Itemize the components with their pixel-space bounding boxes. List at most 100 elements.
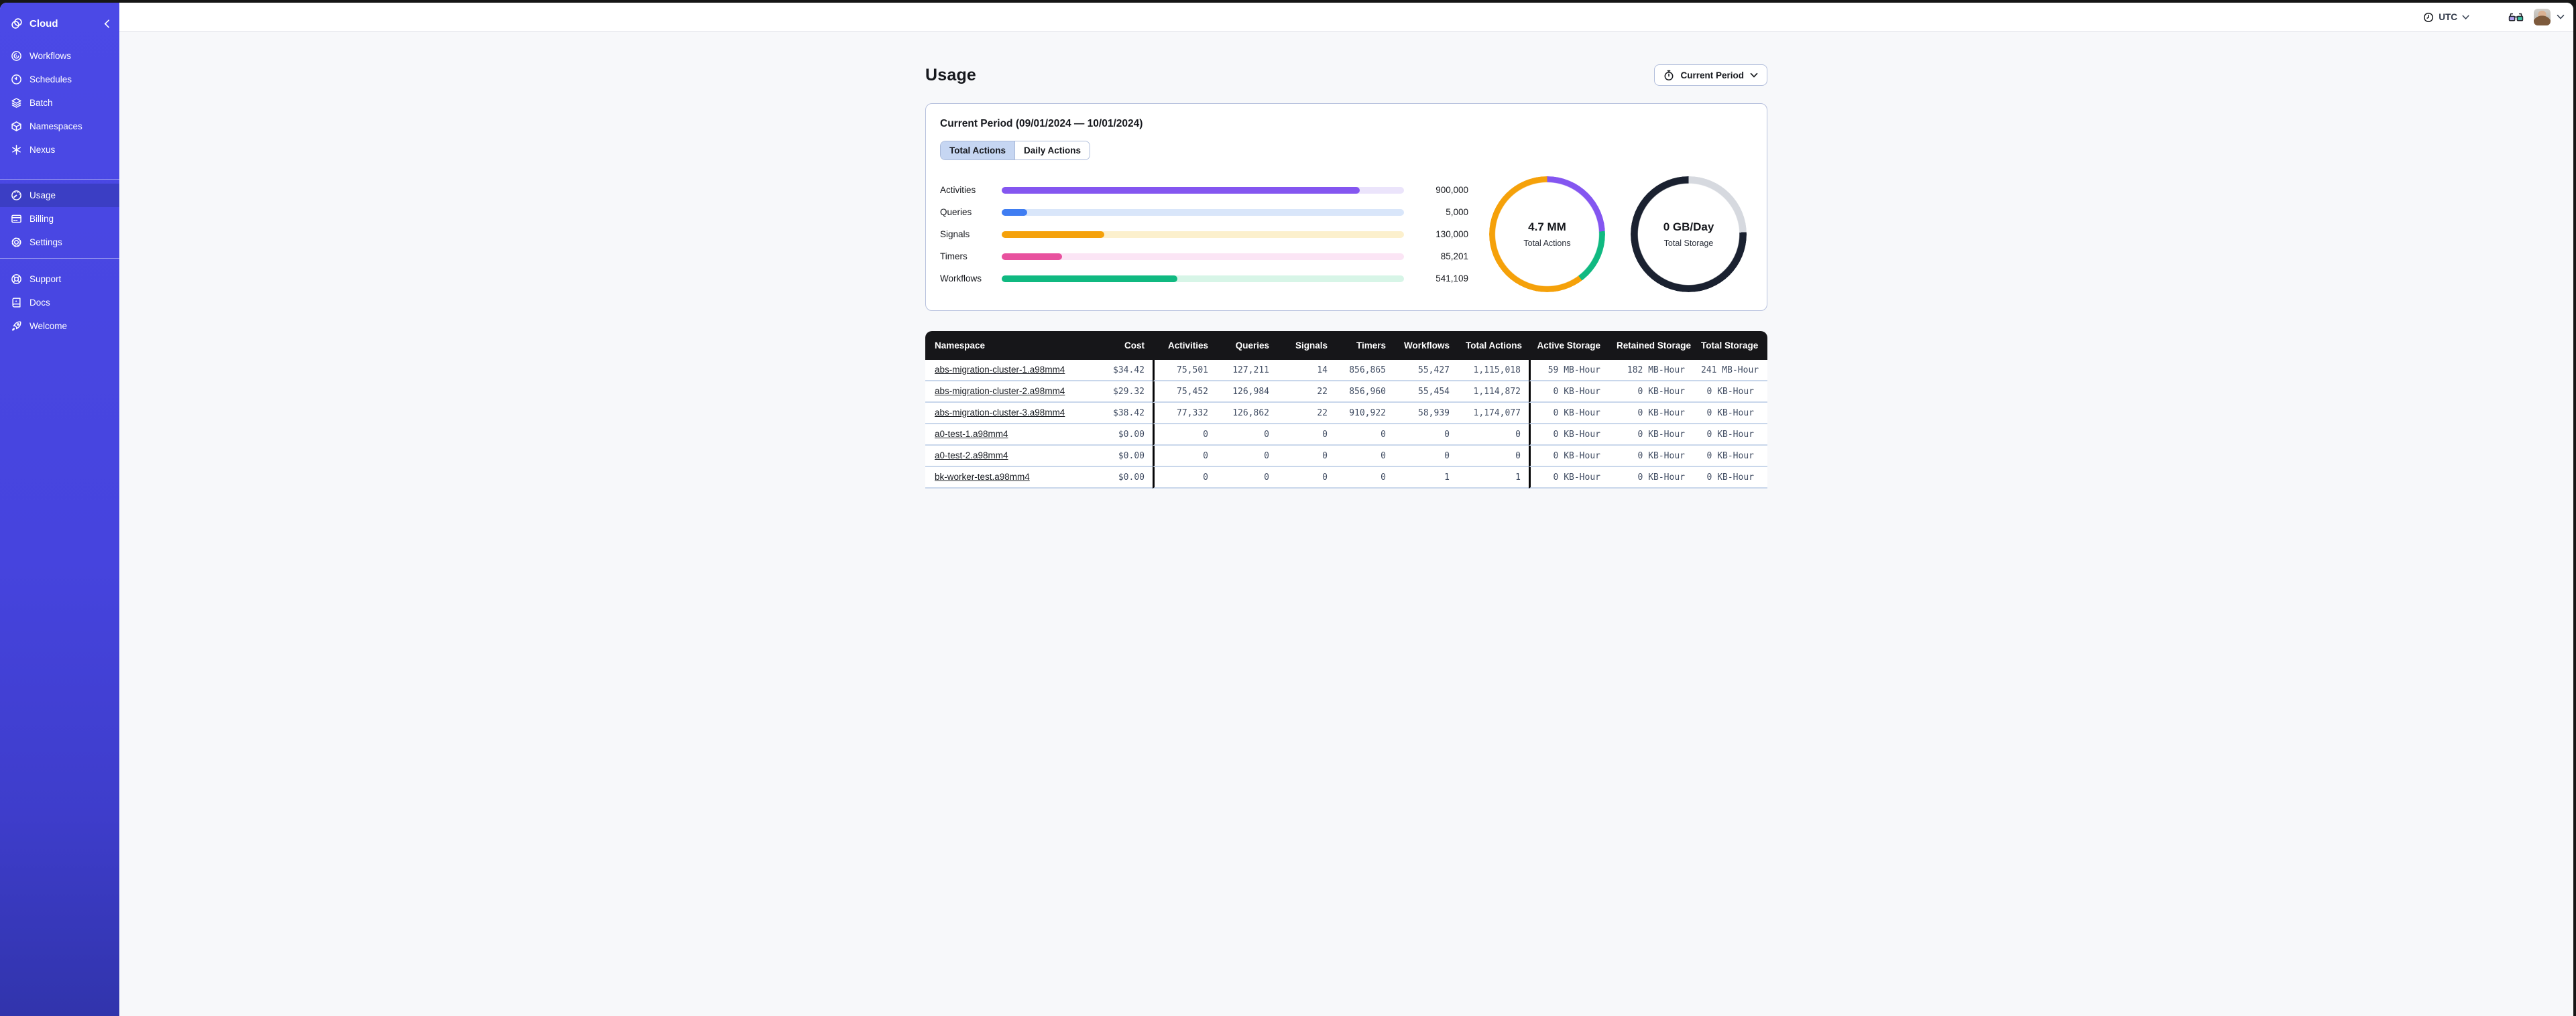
- tab-total-actions[interactable]: Total Actions: [941, 141, 1014, 160]
- namespace-link[interactable]: a0-test-1.a98mm4: [935, 429, 1008, 439]
- cell-timers: 856,865: [1336, 360, 1394, 381]
- column-header-timers: Timers: [1336, 331, 1394, 360]
- card-title: Current Period (09/01/2024 — 10/01/2024): [940, 118, 1143, 129]
- sidebar-item-schedules[interactable]: Schedules: [0, 68, 119, 91]
- topbar: UTC: [119, 3, 2573, 32]
- namespace-link[interactable]: abs-migration-cluster-2.a98mm4: [935, 386, 1065, 396]
- user-avatar[interactable]: [2534, 9, 2551, 25]
- cell-activities: 75,501: [1153, 360, 1216, 381]
- bar-track: [1002, 231, 1404, 238]
- account-menu-chevron-down-icon[interactable]: [2557, 14, 2565, 20]
- cell-retained-storage: 0 KB-Hour: [1608, 381, 1693, 403]
- brand-label: Cloud: [30, 17, 58, 29]
- cell-activities: 77,332: [1153, 403, 1216, 424]
- cell-signals: 14: [1277, 360, 1336, 381]
- sidebar-item-label: Namespaces: [30, 121, 82, 131]
- donut-value: 4.7 MM: [1528, 220, 1566, 233]
- namespace-link[interactable]: bk-worker-test.a98mm4: [935, 472, 1030, 482]
- namespace-link[interactable]: a0-test-2.a98mm4: [935, 450, 1008, 460]
- period-select-button[interactable]: Current Period: [1654, 64, 1767, 86]
- support-lifebuoy-icon: [11, 273, 22, 285]
- cell-total-actions: 1,114,872: [1458, 381, 1529, 403]
- cell-retained-storage: 182 MB-Hour: [1608, 360, 1693, 381]
- nexus-icon: [11, 144, 22, 155]
- donut-label: Total Actions: [1523, 239, 1571, 248]
- cell-total-storage: 241 MB-Hour: [1693, 360, 1767, 381]
- cell-timers: 0: [1336, 424, 1394, 446]
- cell-cost: $0.00: [1086, 446, 1153, 467]
- sidebar-item-label: Settings: [30, 237, 62, 247]
- sidebar-item-label: Schedules: [30, 74, 72, 84]
- batch-icon: [11, 97, 22, 109]
- namespace-link[interactable]: abs-migration-cluster-3.a98mm4: [935, 407, 1065, 418]
- cell-total-storage: 0 KB-Hour: [1693, 381, 1767, 403]
- donut-value: 0 GB/Day: [1663, 220, 1714, 233]
- bar-track: [1002, 253, 1404, 260]
- sidebar-item-settings[interactable]: Settings: [0, 231, 119, 254]
- sidebar-item-support[interactable]: Support: [0, 267, 119, 291]
- column-header-total-storage: Total Storage: [1693, 331, 1767, 360]
- timezone-selector[interactable]: UTC: [2423, 12, 2469, 23]
- bar-label: Signals: [940, 229, 970, 239]
- cell-signals: 22: [1277, 403, 1336, 424]
- bar-value: 900,000: [1436, 185, 1468, 195]
- sidebar-item-docs[interactable]: Docs: [0, 291, 119, 314]
- sidebar-item-label: Batch: [30, 98, 53, 108]
- sidebar-item-label: Support: [30, 274, 62, 284]
- cell-total-storage: 0 KB-Hour: [1693, 467, 1767, 489]
- cell-total-actions: 1,174,077: [1458, 403, 1529, 424]
- cell-queries: 0: [1216, 424, 1277, 446]
- billing-card-icon: [11, 213, 22, 225]
- sidebar-item-label: Welcome: [30, 321, 68, 331]
- usage-bar-timers: Timers 85,201: [940, 245, 1468, 267]
- cell-signals: 0: [1277, 467, 1336, 489]
- actions-tab-group: Total Actions Daily Actions: [940, 141, 1091, 160]
- cell-timers: 0: [1336, 446, 1394, 467]
- clock-icon: [2423, 12, 2434, 23]
- sidebar-item-nexus[interactable]: Nexus: [0, 138, 119, 162]
- app-window: Cloud Workflows Schedules Batch Namespaces N…: [0, 3, 2573, 1016]
- chevron-left-icon[interactable]: [104, 19, 110, 28]
- cell-queries: 127,211: [1216, 360, 1277, 381]
- namespace-usage-table: Namespace Cost Activities Queries Signals Tim…: [925, 331, 1767, 489]
- cell-cost: $0.00: [1086, 424, 1153, 446]
- cell-activities: 0: [1153, 424, 1216, 446]
- table-row: bk-worker-test.a98mm4 $0.00 0 0 0 0 1 1 0 KB-Hou…: [925, 467, 1767, 489]
- cell-active-storage: 0 KB-Hour: [1529, 403, 1608, 424]
- namespace-link[interactable]: abs-migration-cluster-1.a98mm4: [935, 365, 1065, 375]
- sidebar-item-usage[interactable]: Usage: [0, 184, 119, 207]
- cell-timers: 0: [1336, 467, 1394, 489]
- docs-book-icon: [11, 297, 22, 308]
- bar-value: 541,109: [1436, 273, 1468, 283]
- sidebar-item-batch[interactable]: Batch: [0, 91, 119, 115]
- table-body: abs-migration-cluster-1.a98mm4 $34.42 75,5…: [925, 360, 1767, 489]
- cell-total-actions: 0: [1458, 424, 1529, 446]
- bar-track: [1002, 208, 1404, 216]
- bar-label: Queries: [940, 207, 972, 217]
- glasses-icon[interactable]: [2508, 12, 2524, 22]
- bar-value: 85,201: [1440, 251, 1468, 261]
- sidebar-item-workflows[interactable]: Workflows: [0, 44, 119, 68]
- donut-total-actions: 4.7 MM Total Actions: [1489, 176, 1605, 292]
- cell-queries: 0: [1216, 467, 1277, 489]
- tab-daily-actions[interactable]: Daily Actions: [1014, 141, 1090, 160]
- table-row: a0-test-2.a98mm4 $0.00 0 0 0 0 0 0 0 KB-Hour 0 KB…: [925, 446, 1767, 467]
- sidebar-nav: Workflows Schedules Batch Namespaces Nexus Us…: [0, 40, 119, 342]
- bar-track: [1002, 275, 1404, 282]
- usage-summary-card: Current Period (09/01/2024 — 10/01/2024)…: [925, 103, 1767, 311]
- cell-workflows: 58,939: [1394, 403, 1458, 424]
- sidebar-brand[interactable]: Cloud: [0, 3, 119, 40]
- cell-timers: 856,960: [1336, 381, 1394, 403]
- cell-total-actions: 1: [1458, 467, 1529, 489]
- chevron-down-icon: [1750, 72, 1758, 78]
- cell-retained-storage: 0 KB-Hour: [1608, 424, 1693, 446]
- table-header-row: Namespace Cost Activities Queries Signals Tim…: [925, 331, 1767, 360]
- sidebar-item-billing[interactable]: Billing: [0, 207, 119, 231]
- sidebar-item-welcome[interactable]: Welcome: [0, 314, 119, 338]
- cell-queries: 126,984: [1216, 381, 1277, 403]
- page-title: Usage: [925, 65, 977, 84]
- cell-signals: 0: [1277, 424, 1336, 446]
- bar-track: [1002, 186, 1404, 194]
- sidebar-item-namespaces[interactable]: Namespaces: [0, 115, 119, 138]
- table-row: abs-migration-cluster-3.a98mm4 $38.42 77,3…: [925, 403, 1767, 424]
